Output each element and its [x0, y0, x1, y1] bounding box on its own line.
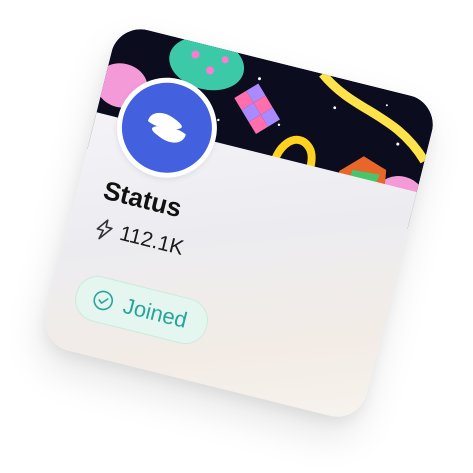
community-card[interactable]: Status 112.1K Joined: [38, 22, 440, 424]
stage: Status 112.1K Joined: [0, 0, 473, 473]
check-circle-icon: [90, 287, 117, 314]
lightning-bolt-icon: [92, 217, 117, 243]
joined-label: Joined: [120, 292, 190, 333]
status-logo-icon: [147, 112, 186, 143]
